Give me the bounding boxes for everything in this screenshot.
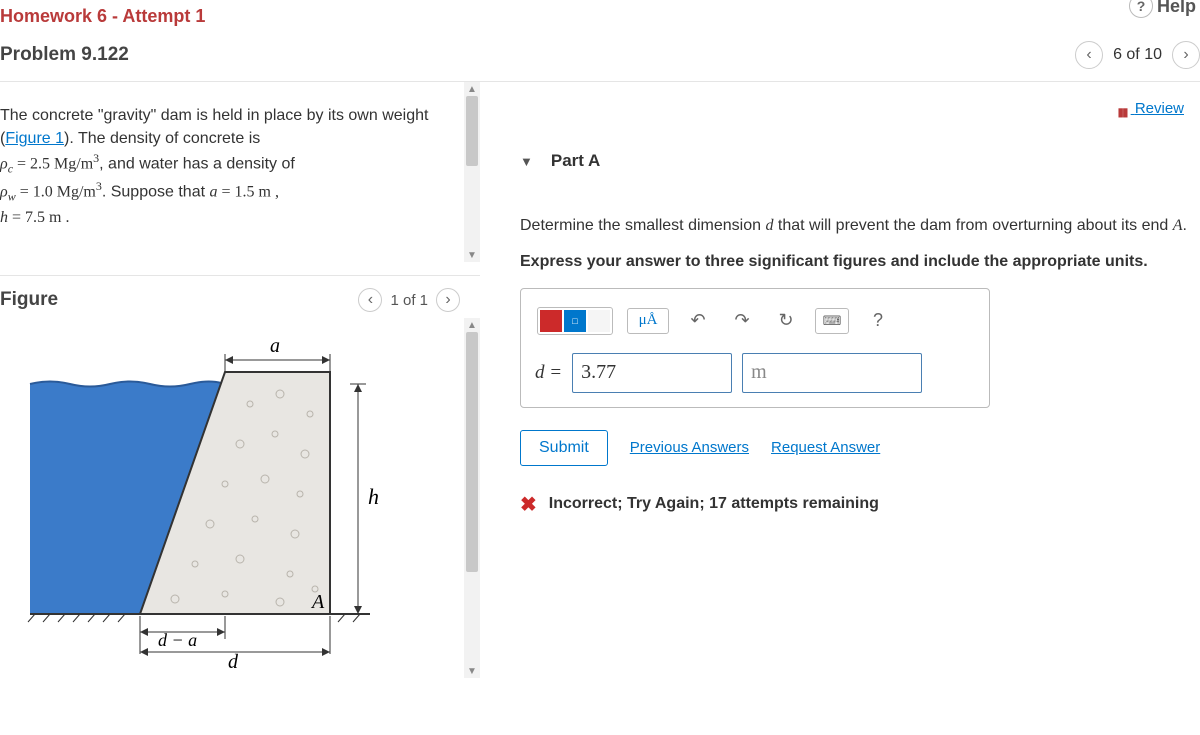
- help-label: Help: [1157, 0, 1196, 17]
- chevron-right-icon: ›: [1183, 46, 1188, 64]
- answer-variable-label: d =: [535, 362, 562, 384]
- scroll-thumb[interactable]: [466, 96, 478, 166]
- toolbar-help-button[interactable]: ?: [863, 308, 893, 334]
- rho-w-sub: w: [8, 190, 16, 204]
- label-d: d: [228, 651, 239, 673]
- reset-icon: ↻: [778, 310, 793, 331]
- figure-section-title: Figure: [0, 289, 358, 311]
- next-figure-button[interactable]: ›: [436, 288, 460, 312]
- a-value: = 1.5 m ,: [217, 184, 278, 201]
- review-link[interactable]: Review: [1115, 100, 1184, 117]
- desc-text: . Suppose that: [102, 184, 210, 201]
- label-h: h: [368, 484, 379, 509]
- h-value: = 7.5 m .: [8, 209, 69, 226]
- feedback-text: Incorrect; Try Again; 17 attempts remain…: [549, 495, 879, 513]
- dam-diagram: a h A d − a d: [10, 324, 450, 674]
- flag-icon: [1115, 103, 1127, 115]
- label-A: A: [310, 591, 325, 613]
- answer-toolbar: □ μÅ ↶ ↷ ↻ ⌨ ?: [535, 303, 975, 353]
- template-icon: [588, 310, 610, 332]
- scroll-thumb[interactable]: [466, 332, 478, 572]
- submit-button[interactable]: Submit: [520, 430, 608, 466]
- redo-button[interactable]: ↷: [727, 308, 757, 334]
- left-scrollbar[interactable]: ▲ ▼: [464, 82, 480, 262]
- A-var: A: [1173, 217, 1183, 234]
- figure-link[interactable]: Figure 1: [5, 130, 64, 147]
- template-icon: [540, 310, 562, 332]
- symbols-button[interactable]: μÅ: [627, 308, 669, 334]
- desc-text: ). The density of concrete is: [64, 130, 260, 147]
- prev-problem-button[interactable]: ‹: [1075, 41, 1103, 69]
- question-text: Determine the smallest dimension d that …: [520, 188, 1188, 245]
- rho-c-symbol: ρ: [0, 156, 8, 173]
- next-problem-button[interactable]: ›: [1172, 41, 1200, 69]
- problem-title: Problem 9.122: [0, 44, 1075, 66]
- scroll-up-icon[interactable]: ▲: [464, 82, 480, 96]
- feedback-message: ✖ Incorrect; Try Again; 17 attempts rema…: [520, 492, 1188, 517]
- undo-button[interactable]: ↶: [683, 308, 713, 334]
- help-icon: ?: [1129, 0, 1153, 18]
- review-label: Review: [1135, 100, 1184, 117]
- problem-description: The concrete "gravity" dam is held in pl…: [0, 82, 480, 247]
- scroll-up-icon[interactable]: ▲: [464, 318, 480, 332]
- redo-icon: ↷: [734, 310, 749, 331]
- rho-w-symbol: ρ: [0, 184, 8, 201]
- rho-w-value: = 1.0 Mg/m: [16, 184, 96, 201]
- keyboard-icon: ⌨: [823, 313, 842, 329]
- answer-instruction: Express your answer to three significant…: [520, 245, 1188, 287]
- chevron-left-icon: ‹: [368, 291, 373, 309]
- q-text: that will prevent the dam from overturni…: [773, 217, 1172, 234]
- previous-answers-link[interactable]: Previous Answers: [630, 439, 749, 456]
- rho-c-value: = 2.5 Mg/m: [13, 156, 93, 173]
- figure-scrollbar[interactable]: ▲ ▼: [464, 318, 480, 678]
- figure-counter: 1 of 1: [390, 292, 428, 309]
- q-text: .: [1183, 217, 1187, 234]
- q-text: Determine the smallest dimension: [520, 217, 765, 234]
- scroll-down-icon[interactable]: ▼: [464, 248, 480, 262]
- reset-button[interactable]: ↻: [771, 308, 801, 334]
- scroll-down-icon[interactable]: ▼: [464, 664, 480, 678]
- incorrect-icon: ✖: [520, 492, 537, 517]
- prev-figure-button[interactable]: ‹: [358, 288, 382, 312]
- problem-counter: 6 of 10: [1113, 46, 1162, 64]
- desc-text: , and water has a density of: [99, 156, 295, 173]
- h-var: h: [0, 209, 8, 226]
- part-label: Part A: [551, 151, 600, 171]
- label-a: a: [270, 335, 280, 357]
- help-button[interactable]: ? Help: [1129, 0, 1196, 18]
- template-icon: □: [564, 310, 586, 332]
- figure-image: ▲ ▼: [0, 318, 480, 678]
- collapse-part-button[interactable]: ▼: [520, 154, 533, 169]
- label-d-minus-a: d − a: [158, 630, 197, 650]
- answer-box: □ μÅ ↶ ↷ ↻ ⌨ ? d =: [520, 288, 990, 408]
- undo-icon: ↶: [690, 310, 705, 331]
- request-answer-link[interactable]: Request Answer: [771, 439, 880, 456]
- keyboard-button[interactable]: ⌨: [815, 308, 849, 334]
- assignment-title: Homework 6 - Attempt 1: [0, 6, 205, 26]
- answer-unit-input[interactable]: [742, 353, 922, 393]
- templates-button[interactable]: □: [537, 307, 613, 335]
- chevron-right-icon: ›: [445, 291, 450, 309]
- answer-value-input[interactable]: [572, 353, 732, 393]
- chevron-left-icon: ‹: [1086, 46, 1091, 64]
